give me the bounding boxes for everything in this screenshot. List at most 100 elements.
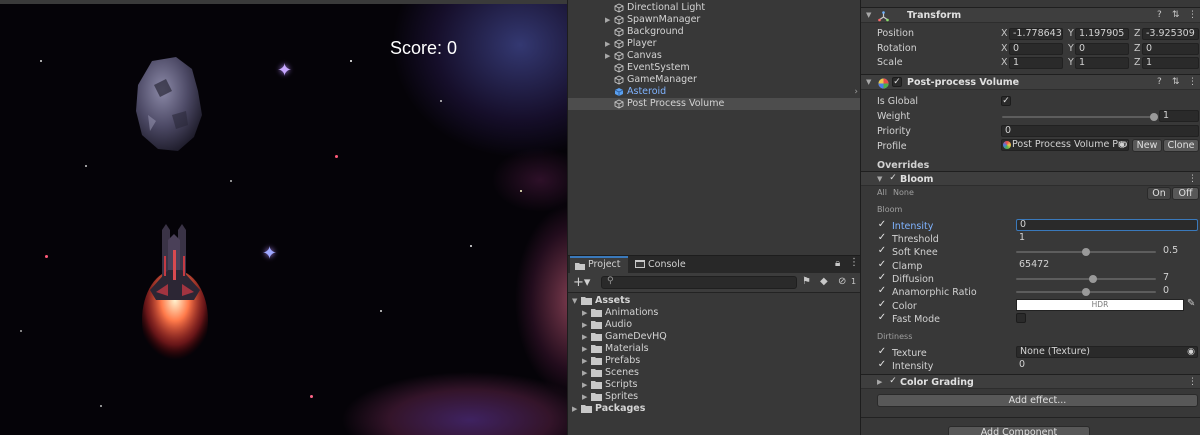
soft-knee-override-checkbox[interactable]: ✓ [877, 246, 887, 256]
expand-arrow-icon[interactable]: ▶ [572, 403, 577, 415]
lock-icon[interactable]: 🔒︎ [835, 258, 840, 269]
project-search-input[interactable]: ⚲ [601, 276, 797, 289]
transform-header[interactable]: ▼ Transform ? ⇅ ⋮ [861, 7, 1200, 23]
profile-object-field[interactable]: Post Process Volume Prof ◉ [1001, 139, 1129, 151]
expand-arrow-icon[interactable]: ▶ [582, 355, 587, 367]
expand-arrow-icon[interactable]: ▶ [582, 391, 587, 403]
position-y-field[interactable]: 1.197905 [1075, 28, 1129, 40]
rotation-z-field[interactable]: 0 [1142, 43, 1199, 55]
tab-project[interactable]: Project [570, 256, 628, 273]
priority-field[interactable]: 0 [1001, 125, 1199, 137]
hierarchy-item-asteroid[interactable]: Asteroid › [568, 86, 861, 98]
preset-sliders-icon[interactable]: ⇅ [1172, 77, 1180, 87]
expand-arrow-icon[interactable]: ▶ [605, 50, 610, 62]
expand-arrow-icon[interactable]: ▶ [877, 378, 882, 386]
anamorphic-override-checkbox[interactable]: ✓ [877, 286, 887, 296]
folder-prefabs[interactable]: ▶ Prefabs [582, 355, 852, 367]
threshold-override-checkbox[interactable]: ✓ [877, 233, 887, 243]
bloom-on-button[interactable]: On [1147, 187, 1171, 200]
folder-packages[interactable]: ▶ Packages [572, 403, 852, 415]
folder-animations[interactable]: ▶ Animations [582, 307, 852, 319]
object-picker-icon[interactable]: ◉ [1187, 347, 1195, 357]
diffusion-value[interactable]: 7 [1160, 273, 1198, 285]
intensity-override-checkbox[interactable]: ✓ [877, 220, 887, 230]
folder-audio[interactable]: ▶ Audio [582, 319, 852, 331]
hierarchy-item-canvas[interactable]: ▶ Canvas [568, 50, 861, 62]
create-plus-icon[interactable]: +▾ [573, 275, 590, 290]
add-effect-button[interactable]: Add effect... [877, 394, 1198, 407]
expand-arrow-icon[interactable]: ▶ [605, 14, 610, 26]
rotation-y-field[interactable]: 0 [1075, 43, 1129, 55]
slider-thumb[interactable] [1082, 248, 1090, 256]
position-x-field[interactable]: -1.778643 [1009, 28, 1063, 40]
anamorphic-ratio-slider[interactable] [1016, 286, 1156, 298]
hierarchy-item-eventsystem[interactable]: EventSystem [568, 62, 861, 74]
anamorphic-ratio-value[interactable]: 0 [1160, 286, 1198, 298]
more-menu-icon[interactable]: ⋮ [1188, 174, 1197, 184]
hierarchy-item-post-process-volume[interactable]: Post Process Volume [568, 98, 861, 110]
rotation-x-field[interactable]: 0 [1009, 43, 1063, 55]
folder-assets[interactable]: ▼ Assets [572, 295, 852, 307]
collapse-arrow-icon[interactable]: ▼ [877, 175, 882, 183]
expand-arrow-icon[interactable]: ▶ [605, 38, 610, 50]
tab-console[interactable]: Console [630, 256, 696, 273]
soft-knee-slider[interactable] [1016, 246, 1156, 258]
collapse-arrow-icon[interactable]: ▼ [866, 78, 871, 86]
filter-by-label-icon[interactable]: ◆ [820, 276, 828, 287]
new-profile-button[interactable]: New [1132, 139, 1162, 152]
none-overrides-toggle[interactable]: None [893, 188, 914, 197]
dirt-intensity-field[interactable]: 0 [1016, 360, 1198, 372]
folder-materials[interactable]: ▶ Materials [582, 343, 852, 355]
position-z-field[interactable]: -3.925309 [1142, 28, 1199, 40]
scale-x-field[interactable]: 1 [1009, 57, 1063, 69]
folder-gamedevhq[interactable]: ▶ GameDevHQ [582, 331, 852, 343]
expand-arrow-icon[interactable]: ▶ [582, 379, 587, 391]
expand-arrow-icon[interactable]: ▶ [582, 307, 587, 319]
threshold-field[interactable]: 1 [1016, 233, 1198, 245]
clamp-override-checkbox[interactable]: ✓ [877, 260, 887, 270]
chevron-right-icon[interactable]: › [854, 86, 858, 98]
color-grading-effect-header[interactable]: ▶ ✓ Color Grading ⋮ [861, 374, 1200, 389]
hierarchy-item-gamemanager[interactable]: GameManager [568, 74, 861, 86]
bloom-effect-header[interactable]: ▼ ✓ Bloom ⋮ [861, 171, 1200, 186]
more-menu-icon[interactable]: ⋮ [1188, 10, 1197, 20]
folder-sprites[interactable]: ▶ Sprites [582, 391, 852, 403]
scale-y-field[interactable]: 1 [1075, 57, 1129, 69]
post-process-volume-header[interactable]: ▼ ✓ Post-process Volume ? ⇅ ⋮ [861, 74, 1200, 90]
hidden-packages-icon[interactable]: ⊘ [838, 276, 846, 287]
game-view[interactable]: Score: 0 ✦ ✦ [0, 0, 567, 435]
fast-mode-override-checkbox[interactable]: ✓ [877, 313, 887, 323]
clone-profile-button[interactable]: Clone [1163, 139, 1199, 152]
collapse-arrow-icon[interactable]: ▼ [866, 11, 871, 19]
all-overrides-toggle[interactable]: All [877, 188, 887, 197]
scale-z-field[interactable]: 1 [1142, 57, 1199, 69]
slider-thumb[interactable] [1150, 113, 1158, 121]
weight-slider[interactable] [1002, 111, 1158, 123]
clamp-field[interactable]: 65472 [1016, 260, 1198, 272]
more-menu-icon[interactable]: ⋮ [849, 257, 859, 268]
fast-mode-checkbox[interactable] [1016, 313, 1026, 323]
expand-arrow-icon[interactable]: ▶ [582, 319, 587, 331]
folder-scripts[interactable]: ▶ Scripts [582, 379, 852, 391]
dirt-texture-field[interactable]: None (Texture) ◉ [1016, 346, 1198, 358]
expand-arrow-icon[interactable]: ▶ [582, 367, 587, 379]
help-icon[interactable]: ? [1157, 77, 1162, 87]
help-icon[interactable]: ? [1157, 10, 1162, 20]
more-menu-icon[interactable]: ⋮ [1188, 77, 1197, 87]
soft-knee-value[interactable]: 0.5 [1160, 246, 1198, 258]
color-override-checkbox[interactable]: ✓ [877, 300, 887, 310]
object-picker-icon[interactable]: ◉ [1118, 140, 1126, 150]
component-enabled-checkbox[interactable]: ✓ [892, 77, 902, 87]
slider-thumb[interactable] [1082, 288, 1090, 296]
bloom-color-field[interactable]: HDR [1016, 299, 1184, 311]
hierarchy-item-spawnmanager[interactable]: ▶ SpawnManager [568, 14, 861, 26]
eyedropper-icon[interactable]: ✎ [1187, 298, 1195, 309]
diffusion-slider[interactable] [1016, 273, 1156, 285]
weight-value-field[interactable]: 1 [1159, 110, 1199, 122]
dirt-intensity-override-checkbox[interactable]: ✓ [877, 360, 887, 370]
add-component-button[interactable]: Add Component [948, 426, 1090, 435]
collapse-arrow-icon[interactable]: ▼ [572, 295, 577, 307]
filter-by-type-icon[interactable]: ⚑ [802, 276, 811, 287]
bloom-enabled-checkbox[interactable]: ✓ [888, 174, 898, 184]
slider-thumb[interactable] [1089, 275, 1097, 283]
